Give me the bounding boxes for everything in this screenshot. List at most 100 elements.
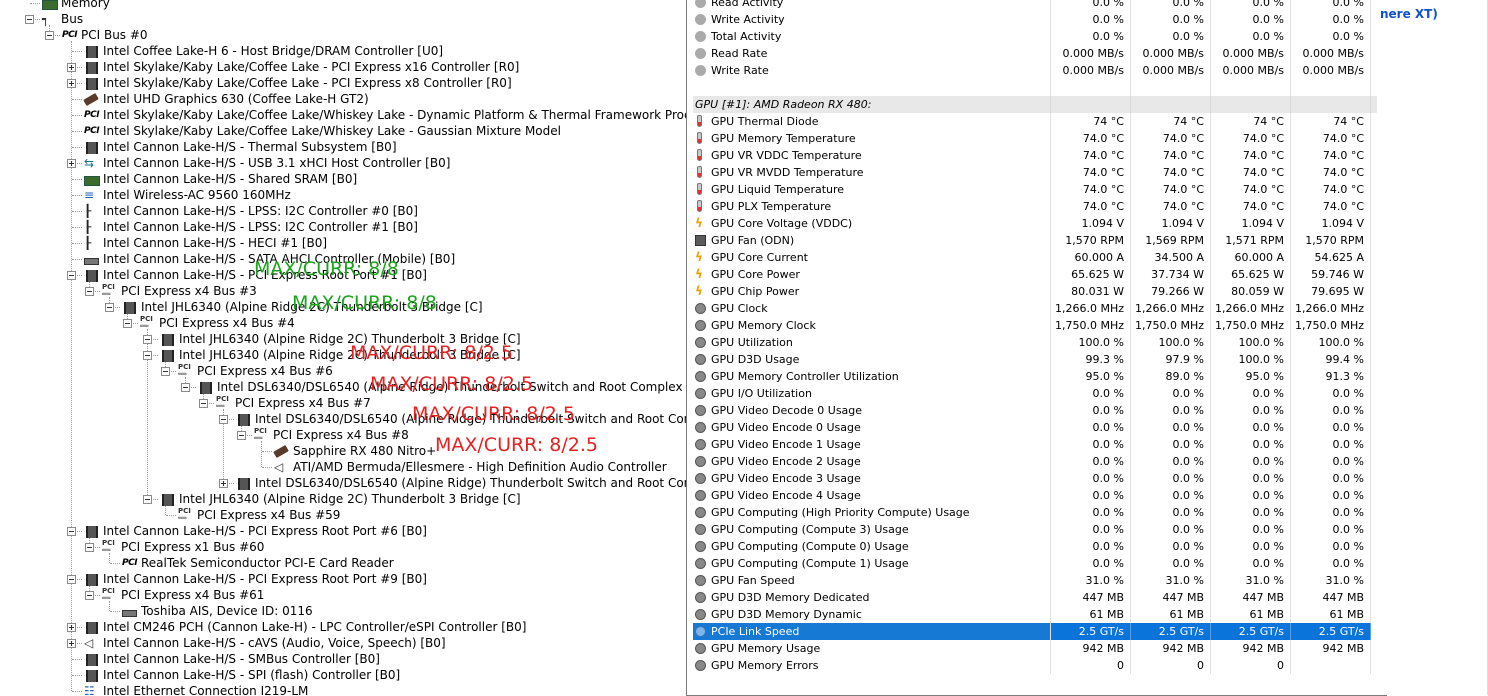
expand-icon[interactable] (67, 63, 76, 72)
collapse-icon[interactable] (105, 303, 114, 312)
collapse-icon[interactable] (85, 543, 94, 552)
sensor-row[interactable]: Read Rate 0.000 MB/s 0.000 MB/s 0.000 MB/s 0… (693, 45, 1377, 62)
sensor-row[interactable]: GPU Clock 1,266.0 MHz 1,266.0 MHz 1,266.0 M… (693, 300, 1377, 317)
collapse-icon[interactable] (143, 495, 152, 504)
tree-node[interactable]: Intel Cannon Lake-H/S - PCI Express Root… (0, 523, 690, 539)
sensor-row[interactable]: Read Activity 0.0 % 0.0 % 0.0 % 0.0 % (693, 0, 1377, 11)
sensor-row[interactable]: ϟ GPU Chip Power 80.031 W 79.266 W 80.059 W7… (693, 283, 1377, 300)
sensor-row[interactable]: GPU Fan Speed 31.0 % 31.0 % 31.0 % 31.0 % (693, 572, 1377, 589)
tree-node[interactable]: Intel Cannon Lake-H/S - SPI (flash) Cont… (0, 667, 690, 683)
sensor-row[interactable]: GPU Memory Temperature 74.0 °C 74.0 °C 74.0… (693, 130, 1377, 147)
sensor-row[interactable]: GPU Video Encode 2 Usage 0.0 % 0.0 % 0.0 % 0… (693, 453, 1377, 470)
tree-node[interactable]: ┠ Intel Cannon Lake-H/S - LPSS: I2C Contr… (0, 219, 690, 235)
collapse-icon[interactable] (25, 15, 34, 24)
tree-node[interactable]: Intel DSL6340/DSL6540 (Alpine Ridge) Thu… (0, 475, 690, 491)
tree-node[interactable]: Intel UHD Graphics 630 (Coffee Lake-H GT… (0, 91, 690, 107)
sensor-row[interactable]: ϟ GPU Core Voltage (VDDC) 1.094 V 1.094 V 1.… (693, 215, 1377, 232)
collapse-icon[interactable] (85, 591, 94, 600)
tree-node[interactable]: Intel DSL6340/DSL6540 (Alpine Ridge) Thu… (0, 379, 690, 395)
tree-node[interactable]: PCI ══ PCI Express x4 Bus #4 (0, 315, 690, 331)
expand-icon[interactable] (219, 479, 228, 488)
tree-node[interactable]: ☷ Intel Ethernet Connection I219-LM (0, 683, 690, 695)
sensor-group-header[interactable]: GPU [#1]: AMD Radeon RX 480: (693, 96, 1377, 113)
collapse-icon[interactable] (219, 415, 228, 424)
sensor-row[interactable]: GPU Video Decode 0 Usage 0.0 % 0.0 % 0.0 % 0… (693, 402, 1377, 419)
sensor-row[interactable]: Write Activity 0.0 % 0.0 % 0.0 % 0.0 % (693, 11, 1377, 28)
tree-node[interactable]: PCI ══ PCI Express x4 Bus #7 (0, 395, 690, 411)
sensor-row[interactable]: Write Rate 0.000 MB/s 0.000 MB/s 0.000 MB/s… (693, 62, 1377, 79)
tree-node[interactable]: Intel Cannon Lake-H/S - Shared SRAM [B0] (0, 171, 690, 187)
sensor-row[interactable]: ϟ GPU Core Power 65.625 W 37.734 W 65.625 W5… (693, 266, 1377, 283)
sensor-row[interactable]: Total Activity 0.0 % 0.0 % 0.0 % 0.0 % (693, 28, 1377, 45)
sensor-row[interactable]: GPU Memory Controller Utilization 95.0 % 8… (693, 368, 1377, 385)
sensor-row[interactable]: GPU Video Encode 3 Usage 0.0 % 0.0 % 0.0 % 0… (693, 470, 1377, 487)
sensor-row[interactable]: GPU Memory Clock 1,750.0 MHz 1,750.0 MHz 1,… (693, 317, 1377, 334)
tree-node[interactable]: PCI ══ PCI Express x4 Bus #61 (0, 587, 690, 603)
sensor-row[interactable]: GPU Computing (Compute 1) Usage 0.0 % 0.0 … (693, 555, 1377, 572)
tree-node[interactable]: Intel CM246 PCH (Cannon Lake-H) - LPC Co… (0, 619, 690, 635)
tree-node[interactable]: Intel JHL6340 (Alpine Ridge 2C) Thunderb… (0, 331, 690, 347)
sensor-row[interactable]: ϟ GPU Core Current 60.000 A 34.500 A 60.000 … (693, 249, 1377, 266)
expand-icon[interactable] (67, 159, 76, 168)
sensor-panel[interactable]: Read Activity 0.0 % 0.0 % 0.0 % 0.0 % Write A… (686, 0, 1387, 696)
expand-icon[interactable] (67, 79, 76, 88)
tree-node[interactable]: Intel Cannon Lake-H/S - SMBus Controller… (0, 651, 690, 667)
sensor-row[interactable]: GPU I/O Utilization 0.0 % 0.0 % 0.0 % 0.0 % (693, 385, 1377, 402)
tree-node[interactable]: PCI ══ PCI Express x4 Bus #6 (0, 363, 690, 379)
sensor-row[interactable]: GPU Computing (High Priority Compute) Us… (693, 504, 1377, 521)
collapse-icon[interactable] (143, 335, 152, 344)
sensor-row[interactable]: GPU Fan (ODN) 1,570 RPM 1,569 RPM 1,571 RPM… (693, 232, 1377, 249)
sensor-row[interactable]: GPU Memory Usage 942 MB 942 MB 942 MB 942 MB (693, 640, 1377, 657)
sensor-row[interactable]: GPU Video Encode 4 Usage 0.0 % 0.0 % 0.0 % 0… (693, 487, 1377, 504)
sensor-row[interactable]: GPU VR MVDD Temperature 74.0 °C 74.0 °C 74.… (693, 164, 1377, 181)
sensor-row[interactable]: GPU Video Encode 0 Usage 0.0 % 0.0 % 0.0 % 0… (693, 419, 1377, 436)
collapse-icon[interactable] (45, 31, 54, 40)
sensor-row[interactable]: GPU Utilization 100.0 % 100.0 % 100.0 % 100.… (693, 334, 1377, 351)
tree-node[interactable]: PCI ══ PCI Express x4 Bus #59 (0, 507, 690, 523)
tree-node[interactable]: Intel Cannon Lake-H/S - Thermal Subsyste… (0, 139, 690, 155)
collapse-icon[interactable] (67, 527, 76, 536)
collapse-icon[interactable] (161, 367, 170, 376)
sensor-row[interactable]: PCIe Link Speed 2.5 GT/s 2.5 GT/s 2.5 GT/s 2… (693, 623, 1377, 640)
tree-node[interactable]: ≡ Intel Wireless-AC 9560 160MHz (0, 187, 690, 203)
tree-node[interactable]: ┠ Intel Cannon Lake-H/S - LPSS: I2C Contr… (0, 203, 690, 219)
tree-node[interactable]: PCI Intel Skylake/Kaby Lake/Coffee Lake/W… (0, 123, 690, 139)
collapse-icon[interactable] (199, 399, 208, 408)
tree-node[interactable]: Intel Coffee Lake-H 6 - Host Bridge/DRAM… (0, 43, 690, 59)
sensor-row[interactable]: GPU Liquid Temperature 74.0 °C 74.0 °C 74.0… (693, 181, 1377, 198)
tree-node[interactable]: Intel JHL6340 (Alpine Ridge 2C) Thunderb… (0, 347, 690, 363)
tree-node[interactable]: Intel DSL6340/DSL6540 (Alpine Ridge) Thu… (0, 411, 690, 427)
tree-node[interactable]: Intel Skylake/Kaby Lake/Coffee Lake - PC… (0, 75, 690, 91)
tree-node[interactable]: ⇆ Intel Cannon Lake-H/S - USB 3.1 xHCI Ho… (0, 155, 690, 171)
collapse-icon[interactable] (67, 575, 76, 584)
sensor-row[interactable]: GPU D3D Memory Dynamic 61 MB 61 MB 61 MB 61 … (693, 606, 1377, 623)
collapse-icon[interactable] (181, 383, 190, 392)
tree-node[interactable]: ┠ Intel Cannon Lake-H/S - HECI #1 [B0] (0, 235, 690, 251)
tree-node[interactable]: Intel Skylake/Kaby Lake/Coffee Lake - PC… (0, 59, 690, 75)
sensor-row[interactable]: GPU VR VDDC Temperature 74.0 °C 74.0 °C 74.… (693, 147, 1377, 164)
collapse-icon[interactable] (123, 319, 132, 328)
collapse-icon[interactable] (85, 287, 94, 296)
sensor-row[interactable]: GPU PLX Temperature 74.0 °C 74.0 °C 74.0 °C… (693, 198, 1377, 215)
tree-node[interactable]: Intel JHL6340 (Alpine Ridge 2C) Thunderb… (0, 491, 690, 507)
collapse-icon[interactable] (143, 351, 152, 360)
sensor-row[interactable]: GPU D3D Usage 99.3 % 97.9 % 100.0 % 99.4 % (693, 351, 1377, 368)
tree-node[interactable]: PCI ══ PCI Express x1 Bus #60 (0, 539, 690, 555)
expand-icon[interactable] (67, 639, 76, 648)
sensor-row[interactable]: GPU Computing (Compute 3) Usage 0.0 % 0.0 … (693, 521, 1377, 538)
tree-node[interactable]: PCI PCI Bus #0 (0, 27, 690, 43)
tree-node[interactable]: Intel Cannon Lake-H/S - PCI Express Root… (0, 571, 690, 587)
tree-node[interactable]: Toshiba AIS, Device ID: 0116 (0, 603, 690, 619)
tree-node[interactable]: PCI Intel Skylake/Kaby Lake/Coffee Lake/W… (0, 107, 690, 123)
tree-node[interactable]: PCI RealTek Semiconductor PCI-E Card Read… (0, 555, 690, 571)
tree-node[interactable]: ┑ Bus (0, 11, 690, 27)
tree-node[interactable]: ◁ Intel Cannon Lake-H/S - cAVS (Audio, Vo… (0, 635, 690, 651)
sensor-row[interactable]: GPU Memory Errors 0 0 0 (693, 657, 1377, 674)
collapse-icon[interactable] (237, 431, 246, 440)
device-tree[interactable]: Memory ┑ Bus PCI PCI Bus #0 Intel Coffee Lake… (0, 0, 690, 695)
collapse-icon[interactable] (67, 271, 76, 280)
sensor-row[interactable]: GPU Thermal Diode 74 °C 74 °C 74 °C 74 °C (693, 113, 1377, 130)
sensor-row[interactable]: GPU Computing (Compute 0) Usage 0.0 % 0.0 … (693, 538, 1377, 555)
tree-node[interactable]: Memory (0, 0, 690, 11)
sensor-row[interactable]: GPU Video Encode 1 Usage 0.0 % 0.0 % 0.0 % 0… (693, 436, 1377, 453)
